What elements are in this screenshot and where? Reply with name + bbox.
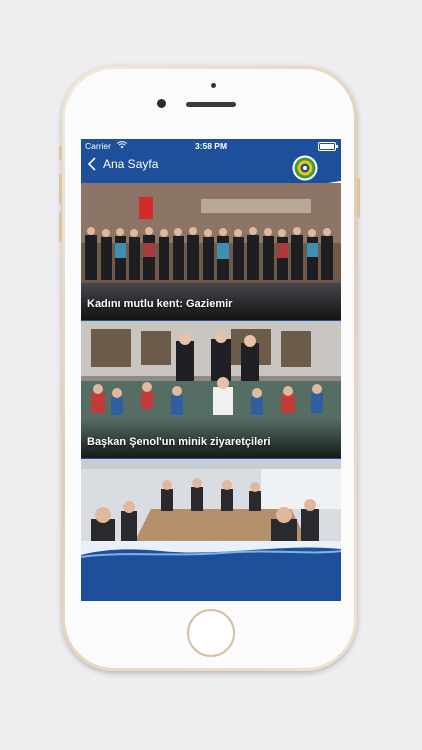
news-title[interactable]: Kadını mutlu kent: Gaziemir (87, 298, 232, 310)
volume-down-button (59, 212, 62, 242)
phone-face: Carrier 3:58 PM Ana Sayfa Kadını mutlu k… (65, 69, 354, 668)
footer-wave-decoration (81, 541, 341, 601)
chevron-left-icon[interactable] (87, 157, 99, 171)
volume-up-button (59, 174, 62, 204)
status-time: 3:58 PM (194, 141, 228, 151)
proximity-sensor (211, 83, 216, 88)
back-button-label[interactable]: Ana Sayfa (103, 157, 158, 171)
news-title[interactable]: Başkan Şenol'un minik ziyaretçileri (87, 436, 271, 448)
news-card[interactable]: Başkan Şenol'un minik ziyaretçileri (81, 321, 341, 458)
battery-icon (318, 142, 338, 151)
municipality-seal-logo-icon (292, 155, 318, 181)
front-camera-icon (157, 99, 166, 108)
navigation-bar: Ana Sayfa (81, 153, 341, 199)
mute-switch (59, 146, 62, 160)
app-screen: Carrier 3:58 PM Ana Sayfa Kadını mutlu k… (81, 139, 341, 601)
news-feed: Kadını mutlu kent: Gaziemir Başkan Şenol… (81, 183, 341, 597)
earpiece-speaker (186, 102, 236, 107)
news-card[interactable]: Kadını mutlu kent: Gaziemir (81, 183, 341, 320)
status-bar: Carrier 3:58 PM (81, 139, 341, 153)
home-button[interactable] (187, 609, 235, 657)
power-button (357, 178, 360, 218)
phone-frame: Carrier 3:58 PM Ana Sayfa Kadını mutlu k… (59, 66, 360, 671)
